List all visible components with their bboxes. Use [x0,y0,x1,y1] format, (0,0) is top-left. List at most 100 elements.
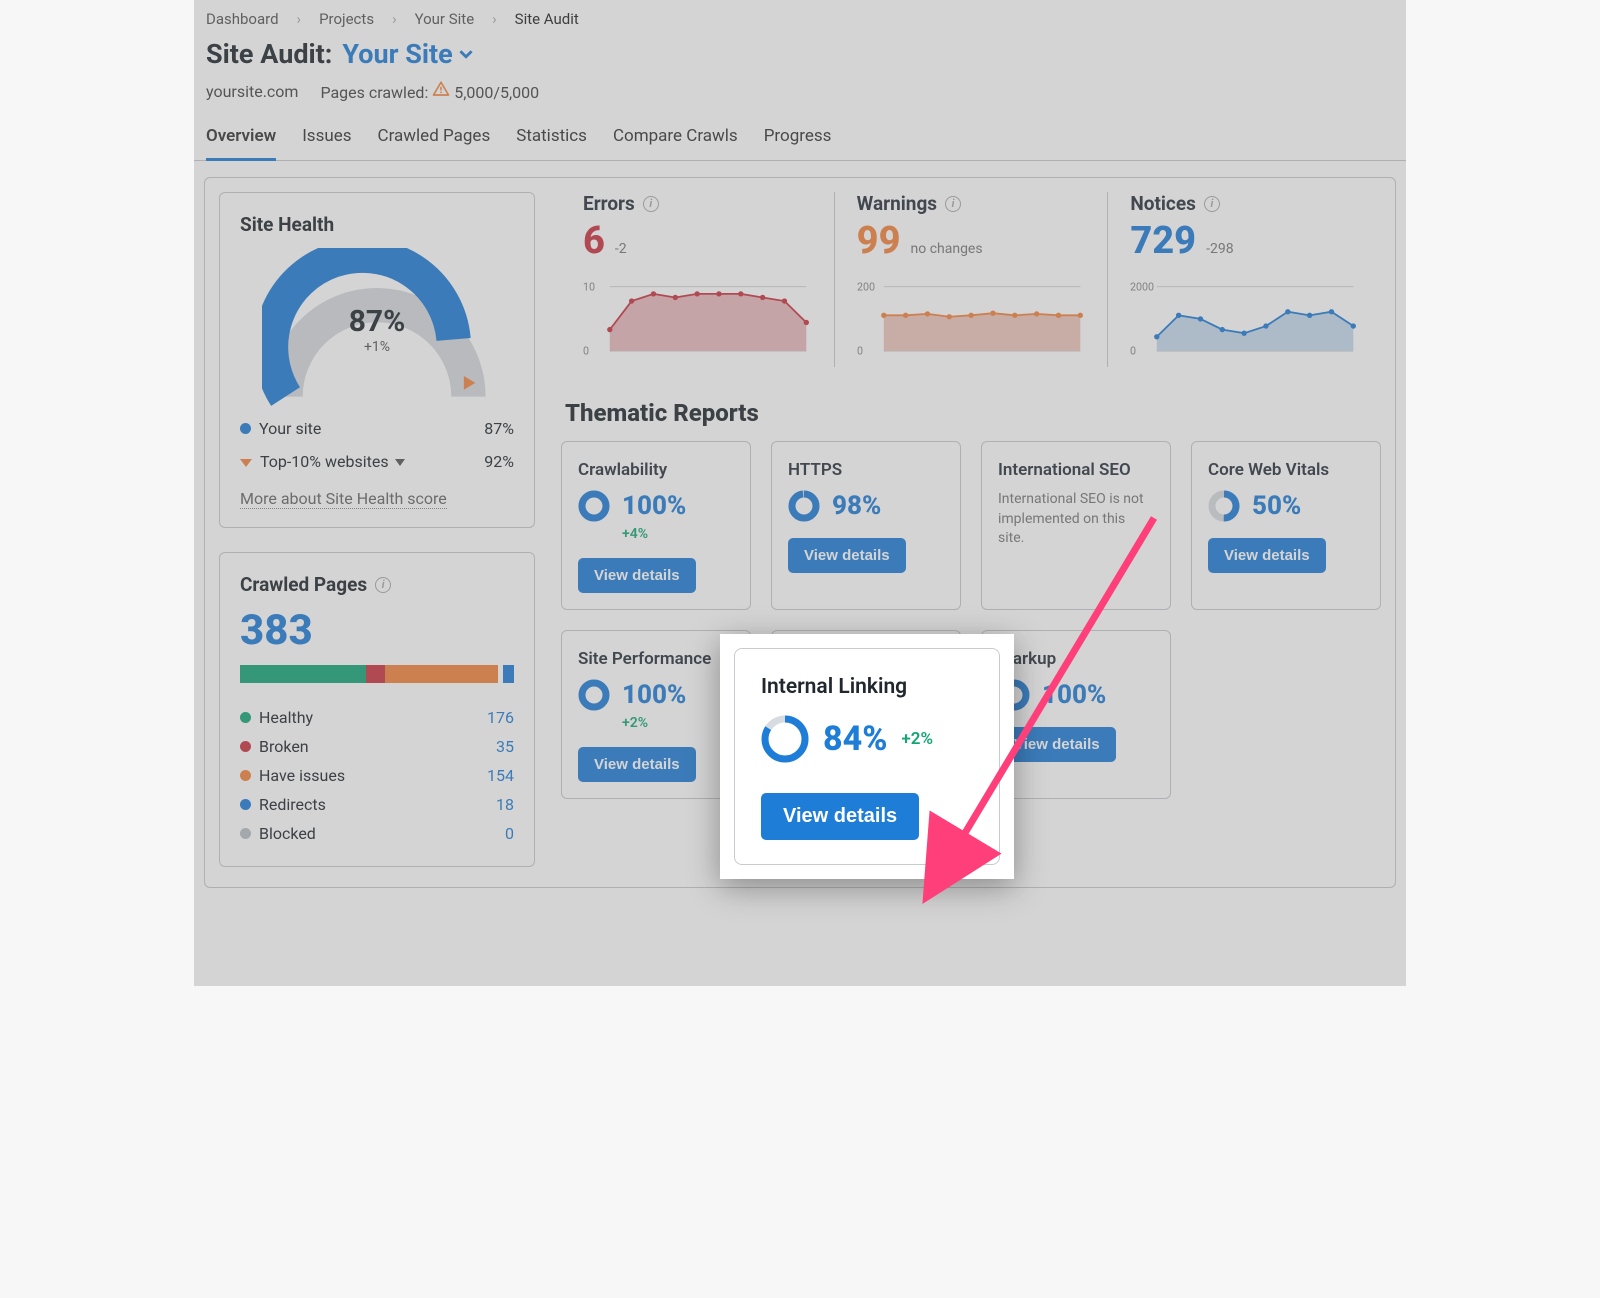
metric-title: Errorsi [583,192,812,215]
chevron-down-icon [395,459,405,466]
metric-title: Noticesi [1130,192,1359,215]
pages-crawled: Pages crawled: 5,000/5,000 [320,80,539,102]
svg-text:0: 0 [1130,345,1136,358]
breadcrumb-item[interactable]: Your Site [415,10,475,28]
row-value: 18 [496,795,514,814]
metric-sub: no changes [911,241,983,257]
sparkline: 2000 0 [1130,273,1359,367]
report-title: Crawlability [578,460,734,480]
info-icon[interactable]: i [945,196,961,212]
view-details-button[interactable]: View details [761,793,919,840]
metric-value: 6 [583,219,605,263]
legend-label: Top-10% websites [260,452,389,471]
report-note: International SEO is not implemented on … [998,490,1154,549]
view-details-button[interactable]: View details [1208,538,1326,573]
tab-overview[interactable]: Overview [206,116,276,160]
breadcrumb-sep: › [492,10,497,28]
crawled-pages-total: 383 [240,606,514,655]
legend-value: 87% [484,419,514,438]
crawled-pages-card: Crawled Pagesi 383 Healthy176Broken35Hav… [219,552,535,867]
legend-label: Your site [259,419,321,438]
metric-sub: -2 [615,241,627,257]
tab-progress[interactable]: Progress [764,116,832,160]
breadcrumb: Dashboard› Projects› Your Site› Site Aud… [194,0,1406,34]
view-details-button[interactable]: View details [998,727,1116,762]
report-percent: 100% [1042,680,1106,710]
legend-dot-icon [240,828,251,839]
svg-text:200: 200 [857,280,875,293]
svg-text:10: 10 [583,280,595,293]
progress-ring-icon [788,490,820,522]
metric-title: Warningsi [857,192,1086,215]
row-value: 176 [487,708,514,727]
row-label: Redirects [259,795,326,814]
tab-compare-crawls[interactable]: Compare Crawls [613,116,738,160]
row-label: Broken [259,737,309,756]
report-card: Crawlability 100% +4% View details [561,441,751,610]
report-percent: 50% [1252,491,1301,521]
row-value: 154 [487,766,514,785]
report-delta: +2% [622,715,734,731]
breadcrumb-item[interactable]: Dashboard [206,10,279,28]
highlight-percent: 84% [823,719,887,759]
crawled-pages-bar [240,665,514,683]
report-title: HTTPS [788,460,944,480]
report-title: Core Web Vitals [1208,460,1364,480]
crawled-pages-row[interactable]: Redirects 18 [240,790,514,819]
legend-dot-icon [240,423,251,434]
breadcrumb-item[interactable]: Projects [319,10,374,28]
crawled-pages-row[interactable]: Blocked0 [240,819,514,848]
sparkline: 10 0 [583,273,812,367]
progress-ring-icon [1208,490,1240,522]
crawled-pages-row[interactable]: Broken 35 [240,732,514,761]
svg-text:2000: 2000 [1130,280,1154,293]
metric-sub: -298 [1206,241,1233,257]
top10-selector[interactable]: Top-10% websites 92% [240,452,514,471]
highlight-title: Internal Linking [761,675,973,699]
crawled-pages-row[interactable]: Healthy 176 [240,703,514,732]
svg-text:0: 0 [857,345,863,358]
chevron-down-icon [459,47,473,61]
metric-value: 99 [857,219,901,263]
metric-warnings[interactable]: Warningsi99no changes2000 [834,192,1108,367]
report-card: Core Web Vitals 50% View details [1191,441,1381,610]
metric-notices[interactable]: Noticesi729-29820000 [1107,192,1381,367]
row-label: Blocked [259,824,316,843]
view-details-button[interactable]: View details [788,538,906,573]
site-selector-label: Your Site [342,38,452,70]
report-percent: 100% [622,680,686,710]
info-icon[interactable]: i [375,577,391,593]
info-icon[interactable]: i [1204,196,1220,212]
view-details-button[interactable]: View details [578,747,696,782]
svg-text:0: 0 [583,345,589,358]
sparkline: 2000 [857,273,1086,367]
site-selector[interactable]: Your Site [342,38,472,70]
tab-issues[interactable]: Issues [302,116,351,160]
crawled-pages-row[interactable]: Have issues 154 [240,761,514,790]
report-card: HTTPS98%View details [771,441,961,610]
legend-dot-icon [240,770,251,781]
report-title: Markup [998,649,1154,669]
breadcrumb-sep: › [392,10,397,28]
progress-ring-icon [761,715,809,763]
row-value: 35 [496,737,514,756]
breadcrumb-item: Site Audit [515,10,579,28]
domain-label: yoursite.com [206,82,298,101]
tab-crawled-pages[interactable]: Crawled Pages [378,116,491,160]
tab-statistics[interactable]: Statistics [516,116,587,160]
report-delta: +4% [622,526,734,542]
legend-dot-icon [240,712,251,723]
site-health-card: Site Health 87% +1% [219,192,535,528]
row-label: Have issues [259,766,345,785]
metric-errors[interactable]: Errorsi 6 -2 10 0 [561,192,834,367]
page-title: Site Audit: [206,38,332,70]
triangle-down-icon [240,459,252,467]
row-label: Healthy [259,708,313,727]
warning-icon [432,80,450,98]
site-health-more-link[interactable]: More about Site Health score [240,489,447,509]
view-details-button[interactable]: View details [578,558,696,593]
info-icon[interactable]: i [643,196,659,212]
report-title: International SEO [998,460,1154,480]
legend-value: 92% [484,452,514,471]
report-percent: 100% [622,491,686,521]
